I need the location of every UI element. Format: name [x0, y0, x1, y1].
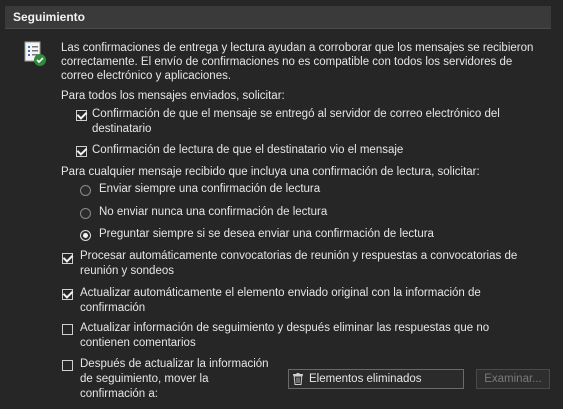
process-meeting-label-line2: reunión y sondeos — [80, 265, 174, 277]
section-title: Seguimiento — [13, 10, 86, 24]
delivery-receipt-checkbox[interactable] — [76, 110, 87, 121]
move-after-label[interactable]: Después de actualizar la información — [80, 357, 269, 372]
destination-folder-field[interactable]: Elementos eliminados — [288, 369, 464, 389]
section-header: Seguimiento — [5, 6, 551, 29]
intro-line-1: Las confirmaciones de entrega y lectura … — [61, 42, 534, 54]
tracking-icon — [22, 40, 48, 68]
delivery-receipt-label[interactable]: Confirmación de que el mensaje se entreg… — [92, 107, 500, 122]
radio-always-send-label[interactable]: Enviar siempre una confirmación de lectu… — [99, 182, 320, 197]
radio-ask-each-time-label[interactable]: Preguntar siempre si se desea enviar una… — [99, 227, 434, 242]
update-original-checkbox[interactable] — [62, 289, 73, 300]
update-original-label-line2: confirmación — [80, 302, 146, 314]
delivery-receipt-label-line2: destinatario — [92, 123, 152, 135]
move-after-label-line3: confirmación a: — [80, 388, 158, 400]
browse-button[interactable]: Examinar... — [476, 369, 550, 389]
move-after-checkbox[interactable] — [62, 360, 73, 371]
received-group-heading: Para cualquier mensaje recibido que incl… — [61, 166, 480, 178]
radio-never-send[interactable] — [80, 208, 91, 219]
update-delete-label-line2: contienen comentarios — [80, 337, 196, 349]
process-meeting-checkbox[interactable] — [62, 253, 73, 264]
destination-folder-name: Elementos eliminados — [309, 373, 422, 385]
radio-never-send-label[interactable]: No enviar nunca una confirmación de lect… — [99, 205, 327, 220]
radio-always-send[interactable] — [80, 185, 91, 196]
update-original-label[interactable]: Actualizar automáticamente el elemento e… — [80, 286, 481, 301]
process-meeting-label[interactable]: Procesar automáticamente convocatorias d… — [80, 249, 517, 264]
update-delete-label[interactable]: Actualizar información de seguimiento y … — [80, 321, 489, 336]
trash-icon — [293, 373, 303, 385]
intro-line-2: correctamente. El envío de confirmacione… — [61, 56, 513, 68]
move-after-label-line2: de seguimiento, mover la — [80, 373, 209, 385]
sent-group-heading: Para todos los mensajes enviados, solici… — [61, 90, 285, 102]
update-delete-checkbox[interactable] — [62, 324, 73, 335]
read-receipt-checkbox[interactable] — [76, 146, 87, 157]
intro-line-3: correo electrónico y aplicaciones. — [61, 70, 232, 82]
read-receipt-label[interactable]: Confirmación de lectura de que el destin… — [92, 143, 403, 158]
radio-ask-each-time[interactable] — [80, 230, 91, 241]
